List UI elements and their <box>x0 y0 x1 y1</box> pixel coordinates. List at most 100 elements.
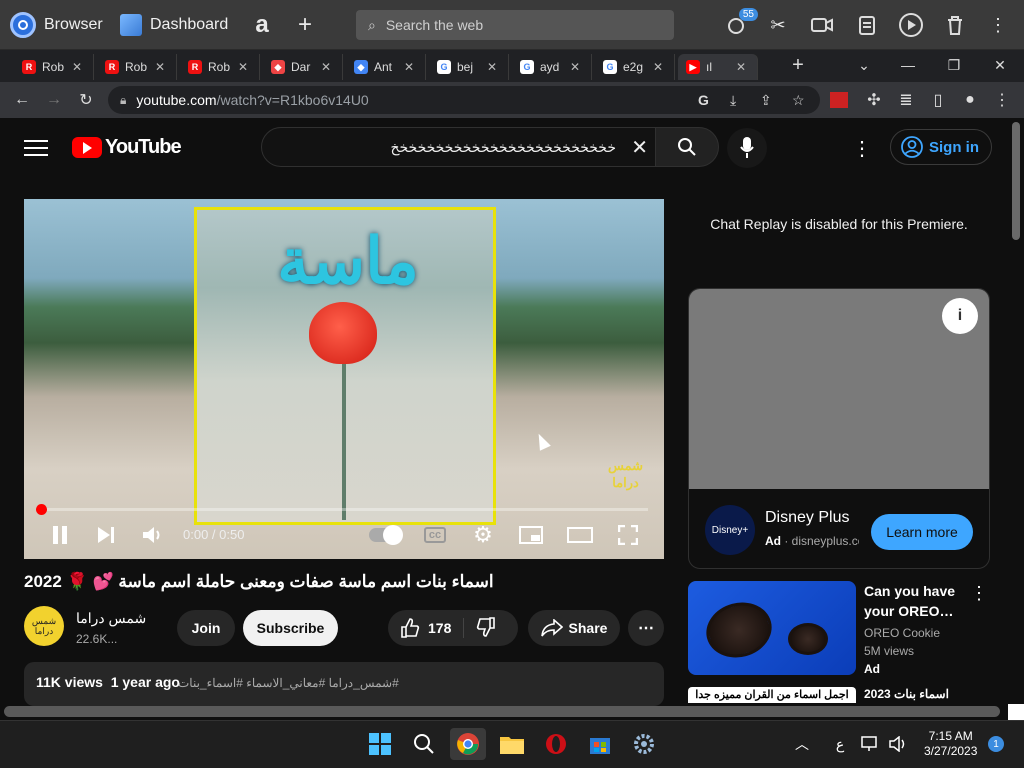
back-button[interactable]: ← <box>8 86 36 114</box>
browser-tab[interactable]: ◆ Ant ✕ <box>346 54 426 80</box>
bug-icon[interactable]: 55 <box>720 8 758 40</box>
minimize-button[interactable]: — <box>886 52 930 78</box>
ad-card[interactable]: i Disney+ Disney Plus Ad · disneyplus.co… <box>688 288 990 569</box>
new-tab-button[interactable]: + <box>776 52 820 78</box>
profile-icon[interactable]: ● <box>956 86 984 114</box>
ad-info-button[interactable]: i <box>942 298 978 334</box>
opera-icon[interactable] <box>538 728 574 760</box>
browser-tab[interactable]: R Rob ✕ <box>14 54 94 80</box>
taskbar-search-icon[interactable] <box>406 728 442 760</box>
tab-close-icon[interactable]: ✕ <box>570 60 580 74</box>
tab-close-icon[interactable]: ✕ <box>155 60 165 74</box>
reco2-title[interactable]: اسماء بنات 2023 <box>864 687 949 701</box>
clipboard-icon[interactable] <box>851 10 883 40</box>
channel-name[interactable]: شمس دراما <box>76 610 146 627</box>
tab-close-icon[interactable]: ✕ <box>238 60 248 74</box>
browser-tab[interactable]: Ge2g ✕ <box>595 54 675 80</box>
share-icon[interactable]: ⇪ <box>760 92 772 109</box>
voice-search-button[interactable] <box>727 128 767 168</box>
scrubber-handle[interactable] <box>36 504 47 515</box>
tab-close-icon[interactable]: ✕ <box>404 60 414 74</box>
side-panel-icon[interactable]: ▯ <box>924 86 952 114</box>
tab-close-icon[interactable]: ✕ <box>487 60 497 74</box>
puzzle-extensions-icon[interactable]: ✣ <box>860 86 888 114</box>
hamburger-menu-icon[interactable] <box>24 137 48 157</box>
extension-red-icon[interactable] <box>830 92 848 108</box>
browser-tab[interactable]: Gayd ✕ <box>512 54 592 80</box>
autoplay-toggle[interactable] <box>368 521 403 549</box>
web-search-input[interactable]: ⌕ Search the web <box>356 10 674 40</box>
page-horizontal-scrollbar[interactable] <box>4 706 1000 717</box>
browser-tab[interactable]: Gbej ✕ <box>429 54 509 80</box>
hashtags[interactable]: #شمس_دراما #معاني_الاسماء #اسماء_بنات <box>178 676 399 690</box>
pause-button[interactable] <box>48 521 72 549</box>
dashboard-launcher[interactable]: Dashboard <box>120 10 228 40</box>
scissors-icon[interactable]: ✂ <box>762 10 794 40</box>
play-circle-icon[interactable] <box>895 10 927 40</box>
tab-close-icon[interactable]: ✕ <box>653 60 663 74</box>
search-submit-button[interactable] <box>655 127 719 167</box>
restore-button[interactable]: ❐ <box>932 52 976 78</box>
browser-tab[interactable]: ◆ Dar ✕ <box>263 54 343 80</box>
description-box[interactable]: 11K views 1 year ago #شمس_دراما #معاني_ا… <box>24 662 664 706</box>
tab-close-icon[interactable]: ✕ <box>321 60 331 74</box>
reload-button[interactable]: ↻ <box>72 86 100 114</box>
dislike-button[interactable] <box>464 616 496 640</box>
volume-button[interactable] <box>140 521 166 549</box>
url-field[interactable]: 🔒︎ youtube.com/watch?v=R1kbo6v14U0 G ⤓ ⇪… <box>108 86 820 114</box>
progress-bar[interactable] <box>40 508 648 511</box>
microsoft-store-icon[interactable] <box>582 728 618 760</box>
clear-search-icon[interactable]: ✕ <box>631 135 648 160</box>
browser-tab[interactable]: ▶ ıl ✕ <box>678 54 758 80</box>
share-button[interactable]: Share <box>528 610 620 646</box>
browser-launcher[interactable]: Browser <box>10 10 103 40</box>
learn-more-button[interactable]: Learn more <box>871 514 973 550</box>
bookmark-star-icon[interactable]: ☆ <box>792 92 805 109</box>
more-vertical-icon[interactable]: ⋮ <box>982 10 1014 40</box>
network-icon[interactable] <box>858 728 882 760</box>
windows-start-icon[interactable] <box>362 728 398 760</box>
sign-in-button[interactable]: Sign in <box>890 129 992 165</box>
miniplayer-button[interactable] <box>518 521 544 549</box>
reco-more-icon[interactable]: ⋮ <box>970 583 988 604</box>
youtube-logo[interactable]: YouTube <box>72 136 182 159</box>
like-button[interactable]: 178 <box>400 618 465 638</box>
video-player[interactable]: ماسة شمس دراما 0:00 / 0:50 cc ⚙ <box>24 199 664 559</box>
tab-close-icon[interactable]: ✕ <box>736 60 746 74</box>
settings-button[interactable]: ⚙ <box>470 521 496 549</box>
input-language[interactable]: ع <box>822 728 858 760</box>
video-camera-icon[interactable] <box>806 10 838 40</box>
settings-gear-taskbar-icon[interactable] <box>626 728 662 760</box>
recommended-video-oreo[interactable]: Can you have your OREO… OREO Cookie 5M v… <box>688 581 990 677</box>
subscribe-button[interactable]: Subscribe <box>243 610 338 646</box>
tab-search-chevron-icon[interactable]: ⌄ <box>842 52 886 78</box>
fullscreen-button[interactable] <box>616 521 640 549</box>
chrome-taskbar-icon[interactable] <box>450 728 486 760</box>
reco-title[interactable]: Can you have your OREO… <box>864 581 974 621</box>
close-window-button[interactable]: ✕ <box>978 52 1022 78</box>
browser-tab[interactable]: R Rob ✕ <box>180 54 260 80</box>
notification-center-badge[interactable]: 1 <box>988 736 1004 752</box>
speaker-icon[interactable] <box>886 728 912 760</box>
captions-button[interactable]: cc <box>422 521 448 549</box>
next-button[interactable] <box>94 521 118 549</box>
google-lens-icon[interactable]: G <box>698 92 709 108</box>
channel-avatar[interactable]: شمس دراما <box>24 606 64 646</box>
tab-close-icon[interactable]: ✕ <box>72 60 82 74</box>
join-button[interactable]: Join <box>177 610 235 646</box>
file-explorer-icon[interactable] <box>494 728 530 760</box>
browser-tab[interactable]: R Rob ✕ <box>97 54 177 80</box>
amazon-icon[interactable]: a <box>246 10 278 40</box>
media-queue-icon[interactable]: ≣ <box>892 86 920 114</box>
browser-menu-icon[interactable]: ⋮ <box>988 86 1016 114</box>
tray-chevron-up-icon[interactable]: ︿ <box>784 728 820 760</box>
taskbar-clock[interactable]: 7:15 AM 3/27/2023 <box>924 729 977 759</box>
trash-icon[interactable] <box>939 10 971 40</box>
page-vertical-scrollbar[interactable] <box>1012 122 1020 240</box>
new-item-plus-icon[interactable]: + <box>289 10 321 40</box>
youtube-search-input[interactable]: خخخخخخخخخخخخخخخخخخخخخخخخخ ✕ <box>261 127 657 167</box>
theater-mode-button[interactable] <box>566 521 594 549</box>
forward-button[interactable]: → <box>40 86 68 114</box>
reco2-thumbnail-caption[interactable]: اجمل اسماء من القران مميزه جدا <box>688 687 856 703</box>
settings-more-icon[interactable]: ⋮ <box>852 136 872 161</box>
